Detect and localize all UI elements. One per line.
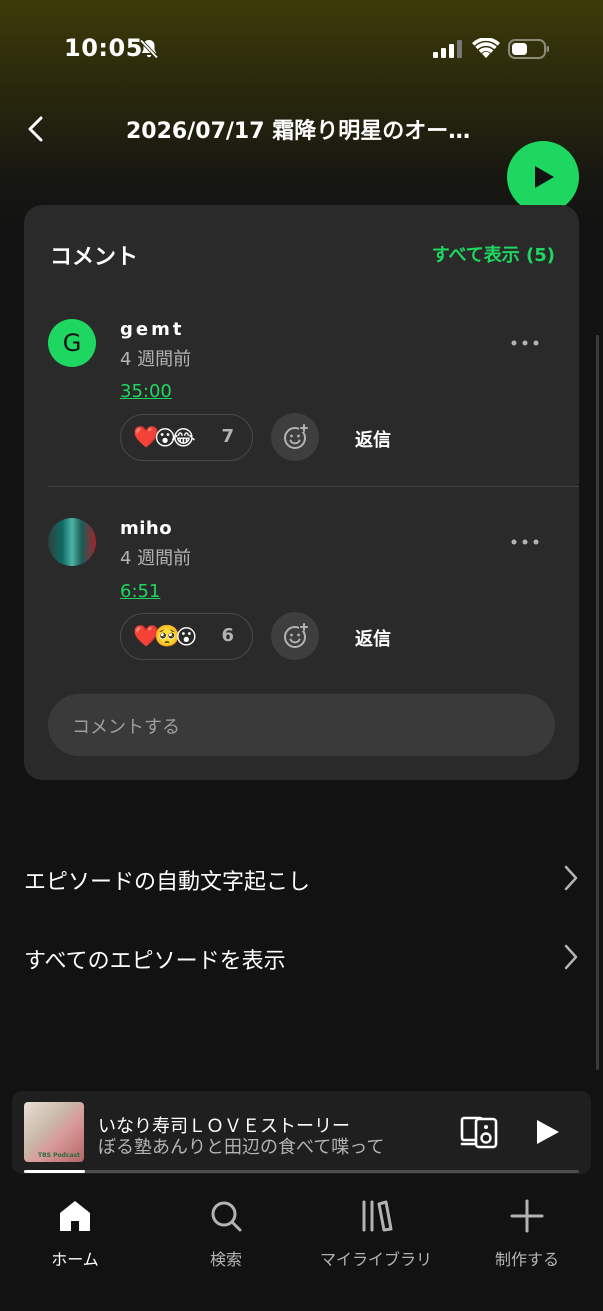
avatar[interactable]: G — [48, 319, 96, 367]
nav-create-label: 制作する — [494, 1250, 559, 1269]
nav-library-label: マイライブラリ — [319, 1250, 432, 1269]
status-time: 10:05 — [64, 34, 143, 62]
all-episodes-link[interactable]: すべてのエピソードを表示 — [24, 937, 579, 977]
nav-library[interactable]: マイライブラリ — [301, 1198, 451, 1270]
library-icon — [362, 1200, 393, 1232]
bell-off-icon — [139, 39, 159, 59]
reaction-count: 6 — [221, 625, 234, 646]
episode-title: 2026/07/17 霜降り明星のオー… — [126, 119, 471, 144]
comment-timestamp-link[interactable]: 35:00 — [120, 381, 172, 402]
play-episode-button[interactable] — [507, 141, 579, 213]
nav-create[interactable]: 制作する — [452, 1198, 602, 1270]
comment-username[interactable]: miho — [120, 518, 172, 539]
transcript-link-label: エピソードの自動文字起こし — [24, 870, 311, 895]
see-all-comments-link[interactable]: すべて表示 (5) — [432, 241, 555, 267]
reaction-count: 7 — [221, 426, 234, 447]
now-playing-bar[interactable]: TBS Podcast いなり寿司ＬＯＶＥストーリー ぼる塾あんりと田辺の食べて… — [12, 1091, 591, 1174]
comments-heading: コメント — [50, 245, 139, 270]
reply-button[interactable]: 返信 — [355, 426, 391, 452]
back-button[interactable] — [22, 113, 50, 145]
reaction-emojis: ❤️ 🥺 😮 — [133, 624, 197, 649]
chevron-right-icon — [564, 944, 578, 970]
comment-time-ago: 4 週間前 — [120, 548, 192, 569]
reactions-pill[interactable]: ❤️ 😮 😂 7 — [120, 414, 253, 461]
scrollbar[interactable] — [596, 335, 599, 1070]
playback-progress-fill — [24, 1170, 86, 1173]
mini-play-button[interactable] — [532, 1117, 562, 1147]
home-icon — [60, 1201, 90, 1231]
battery-icon — [508, 39, 549, 59]
now-playing-show: ぼる塾あんりと田辺の食べて喋って — [98, 1137, 385, 1158]
search-icon — [211, 1201, 242, 1232]
avatar[interactable] — [48, 518, 96, 566]
reaction-emojis: ❤️ 😮 😂 — [133, 425, 196, 450]
play-icon — [535, 166, 554, 188]
cellular-signal-icon — [433, 40, 462, 58]
surprised-emoji-icon: 😮 — [175, 624, 198, 649]
nav-search[interactable]: 検索 — [151, 1198, 301, 1270]
comment-time-ago: 4 週間前 — [120, 349, 192, 370]
chevron-right-icon — [564, 865, 578, 891]
add-emoji-icon — [284, 424, 309, 449]
connect-device-icon[interactable] — [460, 1115, 500, 1149]
comment-divider — [48, 486, 579, 487]
bottom-navigation: ホーム 検索 マイライブラリ 制作する — [0, 1180, 603, 1311]
cover-art-text: TBS Podcast — [38, 1152, 80, 1159]
all-episodes-link-label: すべてのエピソードを表示 — [24, 949, 286, 974]
nav-home-label: ホーム — [51, 1250, 99, 1269]
more-options-icon[interactable] — [510, 537, 540, 547]
reactions-pill[interactable]: ❤️ 🥺 😮 6 — [120, 613, 253, 660]
playback-progress[interactable] — [24, 1170, 579, 1173]
reply-button[interactable]: 返信 — [355, 625, 391, 651]
comment-timestamp-link[interactable]: 6:51 — [120, 581, 160, 602]
avatar-letter: G — [62, 329, 82, 357]
plus-icon — [510, 1199, 544, 1233]
transcript-link[interactable]: エピソードの自動文字起こし — [24, 858, 579, 898]
add-reaction-button[interactable] — [271, 413, 319, 461]
wifi-icon — [472, 38, 500, 58]
nav-home[interactable]: ホーム — [0, 1198, 150, 1270]
comment-input[interactable]: コメントする — [48, 694, 555, 756]
nav-search-label: 検索 — [209, 1250, 242, 1269]
add-emoji-icon — [284, 623, 309, 648]
add-reaction-button[interactable] — [271, 612, 319, 660]
status-bar: 10:05 — [0, 0, 603, 96]
more-options-icon[interactable] — [510, 338, 540, 348]
comments-card: コメント すべて表示 (5) G gemt 4 週間前 35:00 ❤️ 😮 😂… — [24, 205, 579, 780]
podcast-cover-art: TBS Podcast — [24, 1102, 84, 1162]
laughing-emoji-icon: 😂 — [171, 425, 196, 450]
comment-username[interactable]: gemt — [120, 319, 184, 340]
